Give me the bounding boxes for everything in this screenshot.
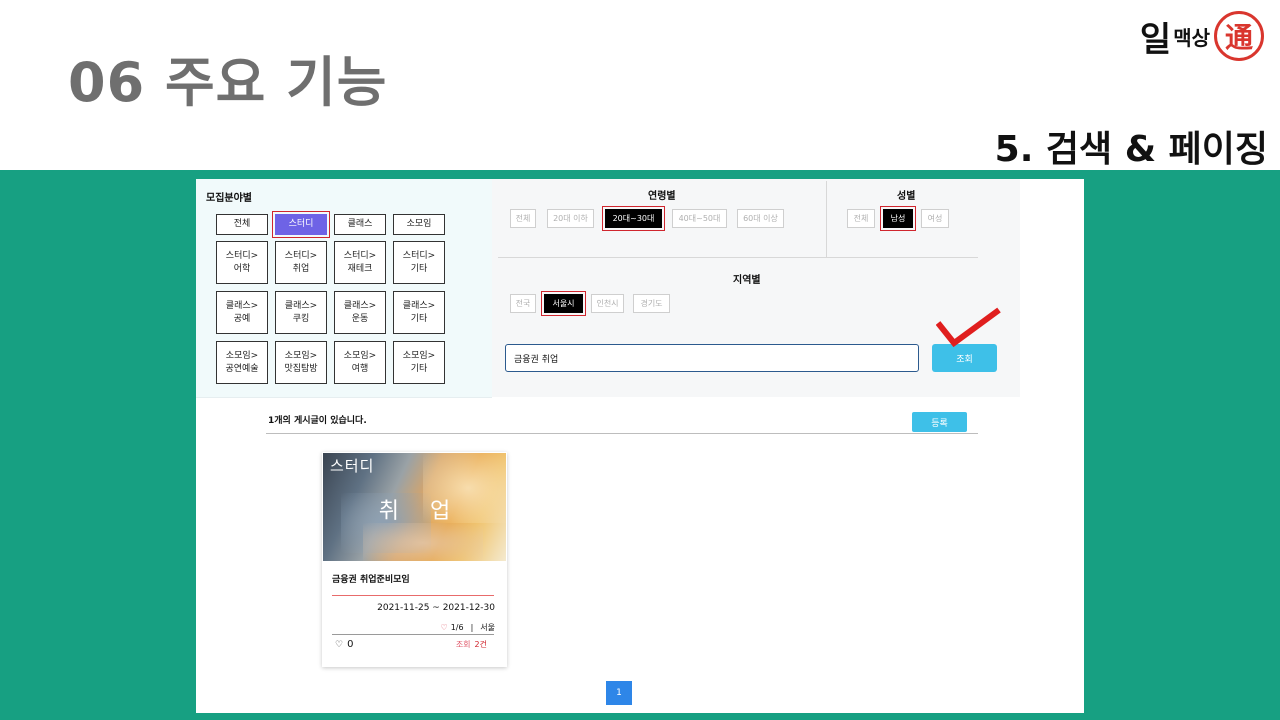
views-count: 2건 <box>474 640 487 649</box>
category-option[interactable]: 스터디 <box>272 211 330 238</box>
category-option[interactable]: 스터디> 재테크 <box>334 241 386 284</box>
brand-logo: 일 맥상 通 <box>1140 8 1264 64</box>
logo-seal-icon: 通 <box>1214 11 1264 61</box>
post-card-location: 서울 <box>480 623 495 632</box>
search-input[interactable] <box>505 344 919 372</box>
post-card-date: 2021-11-25 ~ 2021-12-30 <box>377 603 495 613</box>
category-option[interactable]: 스터디> 어학 <box>216 241 268 284</box>
region-option-incheon[interactable]: 인천시 <box>591 294 624 313</box>
age-option-all[interactable]: 전체 <box>510 209 536 228</box>
category-filter: 모집분야별 전체 스터디 클래스 소모임스터디> 어학 스터디> 취업 스터디> 재테크 스… <box>196 179 492 397</box>
post-card-category: 스터디 <box>330 457 375 475</box>
meta-separator: | <box>470 623 474 632</box>
logo-text-small: 맥상 <box>1173 25 1210 50</box>
slide-title: 06 주요 기능 <box>68 51 388 114</box>
category-option[interactable]: 소모임 <box>393 214 445 235</box>
age-option-60s-plus[interactable]: 60대 이상 <box>737 209 784 228</box>
gender-filter-header: 성별 <box>897 191 916 202</box>
logo-text-big: 일 <box>1139 19 1172 60</box>
category-divider <box>196 397 492 398</box>
heart-icon: ♡ <box>335 640 344 650</box>
gender-option-female[interactable]: 여성 <box>921 209 949 228</box>
age-option-40s-50s[interactable]: 40대~50대 <box>672 209 727 228</box>
gender-option-all[interactable]: 전체 <box>847 209 875 228</box>
post-card-views: 조회 2건 <box>456 639 487 650</box>
category-option[interactable]: 클래스 <box>334 214 386 235</box>
category-option[interactable]: 소모임> 맛집탐방 <box>275 341 327 384</box>
category-option[interactable]: 소모임> 공연예술 <box>216 341 268 384</box>
category-option[interactable]: 소모임> 여행 <box>334 341 386 384</box>
person-icon: ♡ <box>440 623 448 632</box>
pagination-page-1[interactable]: 1 <box>606 681 632 705</box>
post-card-thumbnail: 스터디 취 업 <box>323 453 506 561</box>
section-title: 5. 검색 & 페이징 <box>994 129 1268 170</box>
age-option-20s-30s[interactable]: 20대~30대 <box>602 206 665 231</box>
category-filter-header: 모집분야별 <box>206 193 252 204</box>
post-card-title[interactable]: 금융권 취업준비모임 <box>332 572 410 585</box>
filter-divider-horizontal <box>498 257 978 258</box>
category-option[interactable]: 클래스> 기타 <box>393 291 445 334</box>
filter-panel: 연령별 전체 20대 이하 20대~30대 40대~50대 60대 이상 성별 … <box>492 179 1020 397</box>
screenshot-panel: 모집분야별 전체 스터디 클래스 소모임 스터디> 어학 스터디> 취업 스터디> 재테크 스… <box>196 179 1084 713</box>
like-count: 0 <box>347 639 354 650</box>
post-card-meta: ♡ 1/6 | 서울 <box>441 622 495 633</box>
results-divider <box>266 433 978 434</box>
register-button[interactable]: 등록 <box>912 412 967 432</box>
checkmark-icon <box>936 307 1001 348</box>
category-option[interactable]: 클래스> 쿠킹 <box>275 291 327 334</box>
post-card-subcategory: 취 업 <box>378 499 463 524</box>
post-card[interactable]: 스터디 취 업 금융권 취업준비모임 2021-11-25 ~ 2021-12-… <box>322 452 507 667</box>
region-filter-header: 지역별 <box>733 275 761 286</box>
post-card-divider <box>332 634 494 635</box>
age-filter-header: 연령별 <box>648 191 676 202</box>
post-card-members: 1/6 <box>450 623 464 632</box>
category-option[interactable]: 소모임> 기타 <box>393 341 445 384</box>
thumbnail-shade-3 <box>363 523 483 561</box>
category-option-grid: 전체 스터디 클래스 소모임스터디> 어학 스터디> 취업 스터디> 재테크 스터디> 기타… <box>216 211 450 391</box>
category-option[interactable]: 전체 <box>216 214 268 235</box>
like-button[interactable]: ♡ 0 <box>335 639 353 650</box>
category-option[interactable]: 스터디> 기타 <box>393 241 445 284</box>
age-option-under-20s[interactable]: 20대 이하 <box>547 209 594 228</box>
region-option-nationwide[interactable]: 전국 <box>510 294 536 313</box>
gender-option-male[interactable]: 남성 <box>880 206 916 231</box>
region-option-gyeonggi[interactable]: 경기도 <box>633 294 670 313</box>
category-option[interactable]: 클래스> 운동 <box>334 291 386 334</box>
region-option-seoul[interactable]: 서울시 <box>541 291 586 316</box>
post-card-accent-line <box>332 595 494 596</box>
filter-divider-vertical <box>826 181 827 257</box>
result-count: 1개의 게시글이 있습니다. <box>268 416 367 426</box>
category-option[interactable]: 스터디> 취업 <box>275 241 327 284</box>
views-label: 조회 <box>455 640 471 649</box>
category-option[interactable]: 클래스> 공예 <box>216 291 268 334</box>
